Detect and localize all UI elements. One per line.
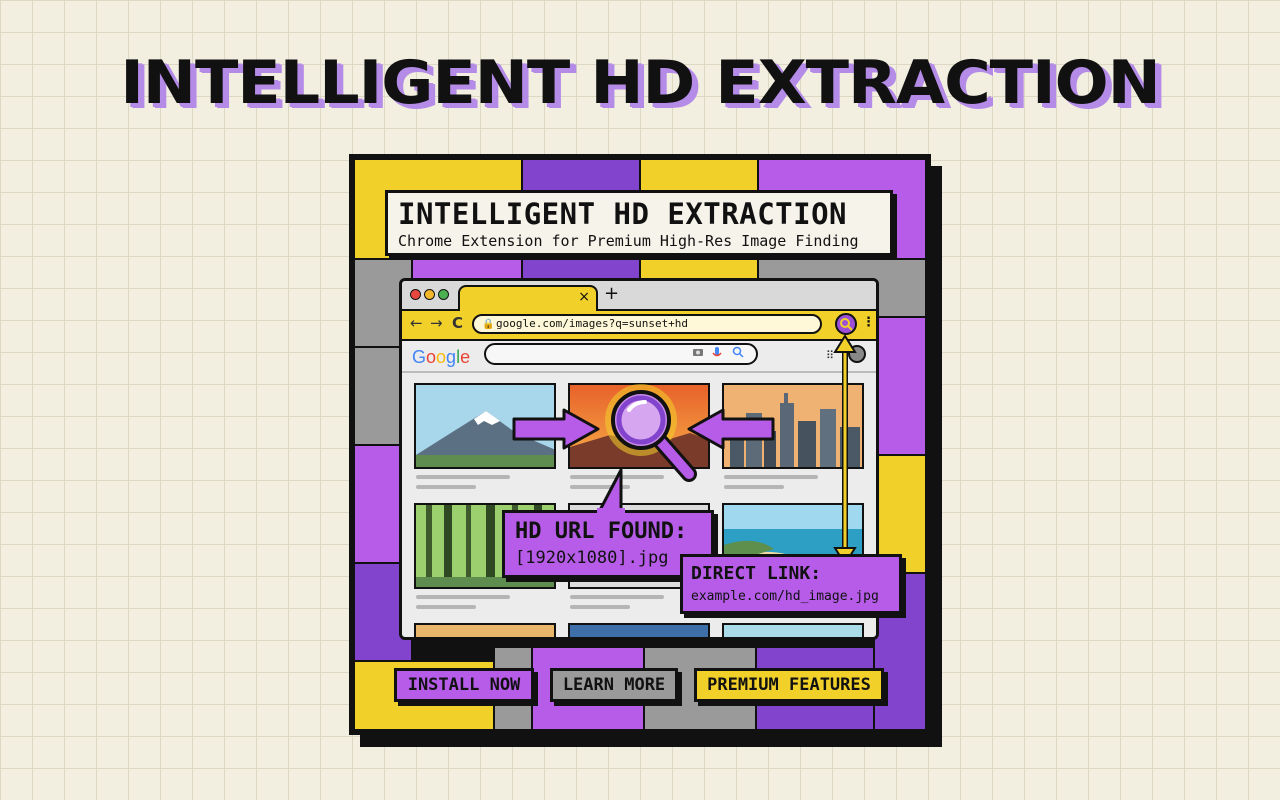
result-thumb-partial[interactable] — [414, 623, 556, 637]
result-caption — [416, 605, 476, 609]
promo-card: INTELLIGENT HD EXTRACTION Chrome Extensi… — [349, 154, 931, 735]
maximize-window-dot[interactable] — [438, 289, 449, 300]
result-caption — [416, 475, 510, 479]
google-logo-letter: G — [412, 347, 427, 367]
address-bar-url: google.com/images?q=sunset+hd — [496, 317, 689, 330]
result-caption — [570, 605, 630, 609]
google-logo: Google — [412, 347, 470, 368]
result-caption — [570, 595, 664, 599]
back-icon[interactable]: ← — [410, 314, 423, 332]
hd-url-title: HD URL FOUND: — [515, 519, 688, 544]
mosaic-tile — [873, 316, 927, 456]
direct-link-callout: DIRECT LINK: example.com/hd_image.jpg — [680, 554, 902, 614]
search-header-divider — [402, 371, 876, 373]
result-thumb-partial[interactable] — [722, 623, 864, 637]
search-icon[interactable] — [732, 346, 744, 361]
result-caption — [416, 485, 476, 489]
premium-features-button[interactable]: PREMIUM FEATURES — [694, 668, 884, 702]
google-logo-letter: e — [460, 347, 471, 367]
tab-close-icon[interactable]: × — [578, 289, 590, 305]
result-caption — [724, 475, 818, 479]
callout-pointer — [597, 468, 625, 514]
result-thumb-partial[interactable] — [568, 623, 710, 637]
lock-icon: 🔒 — [482, 319, 495, 330]
hd-url-value: [1920x1080].jpg — [515, 548, 669, 568]
card-subtitle: Chrome Extension for Premium High-Res Im… — [398, 232, 859, 250]
result-caption — [724, 485, 784, 489]
direct-link-value: example.com/hd_image.jpg — [691, 589, 879, 604]
browser-toolbar: ← → C 🔒 google.com/images?q=sunset+hd ⋮ — [402, 311, 876, 341]
close-window-dot[interactable] — [410, 289, 421, 300]
install-now-button[interactable]: INSTALL NOW — [394, 668, 534, 702]
google-logo-letter: o — [436, 347, 447, 367]
minimize-window-dot[interactable] — [424, 289, 435, 300]
google-logo-letter: o — [426, 347, 437, 367]
browser-tab[interactable]: × — [458, 285, 598, 311]
browser-menu-icon[interactable]: ⋮ — [862, 315, 875, 330]
result-caption — [416, 595, 510, 599]
new-tab-icon[interactable]: + — [604, 283, 619, 304]
card-title-box: INTELLIGENT HD EXTRACTION Chrome Extensi… — [385, 190, 893, 256]
page-headline: INTELLIGENT HD EXTRACTION — [120, 48, 1161, 118]
extension-toolbar-icon[interactable] — [835, 313, 857, 335]
magnifier-badge-icon — [840, 318, 853, 331]
card-title: INTELLIGENT HD EXTRACTION — [398, 197, 847, 231]
direct-link-title: DIRECT LINK: — [691, 563, 822, 584]
tab-strip: × + — [402, 281, 876, 311]
google-search-box[interactable] — [484, 343, 758, 365]
camera-icon[interactable] — [692, 346, 704, 361]
arrow-right-icon — [512, 408, 600, 450]
double-arrow-icon — [833, 334, 857, 566]
google-logo-letter: g — [446, 347, 457, 367]
forward-icon[interactable]: → — [430, 314, 443, 332]
microphone-icon[interactable] — [712, 346, 722, 363]
address-bar[interactable]: 🔒 google.com/images?q=sunset+hd — [472, 314, 822, 334]
learn-more-button[interactable]: LEARN MORE — [550, 668, 678, 702]
reload-icon[interactable]: C — [452, 314, 463, 332]
